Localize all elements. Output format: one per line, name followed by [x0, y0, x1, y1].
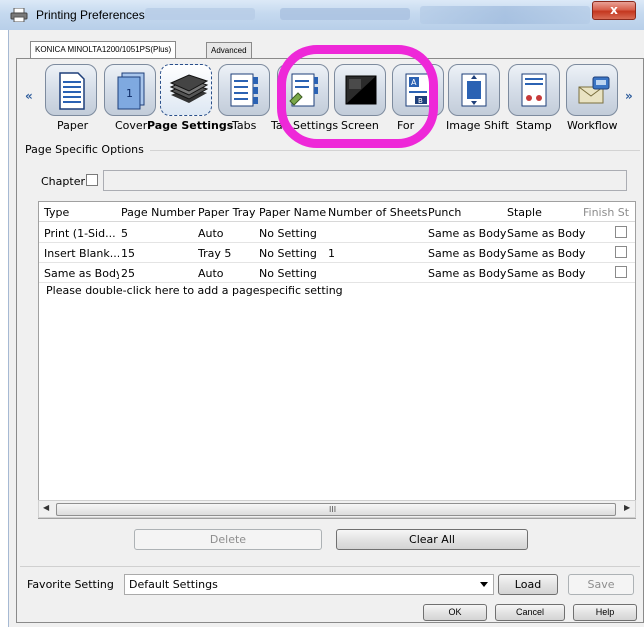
- close-button[interactable]: x: [592, 1, 636, 20]
- chapter-checkbox[interactable]: [86, 174, 98, 186]
- table-row[interactable]: Same as Body 25 Auto No Setting Same as …: [39, 263, 635, 283]
- load-button[interactable]: Load: [498, 574, 558, 595]
- clear-all-button[interactable]: Clear All: [336, 529, 528, 550]
- scroll-right-arrow-icon[interactable]: ▶: [624, 503, 630, 512]
- image-shift-icon: [461, 73, 487, 107]
- favorite-setting-select[interactable]: Default Settings: [124, 574, 494, 595]
- title-bar: Printing Preferences x: [0, 0, 644, 30]
- tabs-button[interactable]: [218, 64, 270, 116]
- table-row[interactable]: Insert Blank... 15 Tray 5 No Setting 1 S…: [39, 243, 635, 263]
- paper-button[interactable]: [45, 64, 97, 116]
- cell-page-number: 5: [121, 227, 128, 240]
- cancel-button[interactable]: Cancel: [495, 604, 565, 621]
- stamp-icon: [521, 73, 547, 107]
- printer-icon: [10, 8, 28, 22]
- chapter-label: Chapter: [41, 175, 85, 188]
- delete-button[interactable]: Delete: [134, 529, 322, 550]
- page-settings-table[interactable]: Type Page Number Paper Tray Paper Name N…: [38, 201, 636, 519]
- scrollbar-grip: III: [329, 505, 337, 514]
- column-header[interactable]: Finish St: [583, 206, 629, 219]
- tab-printer-model[interactable]: KONICA MINOLTA1200/1051PS(Plus): [30, 41, 177, 59]
- stamp-button[interactable]: [508, 64, 560, 116]
- column-header[interactable]: Paper Tray: [198, 206, 256, 219]
- cell-type: Same as Body: [44, 267, 119, 280]
- horizontal-scrollbar[interactable]: ◀ III ▶: [38, 500, 636, 518]
- cell-paper-tray: Tray 5: [198, 247, 232, 260]
- workflow-label: Workflow: [567, 119, 618, 132]
- help-button[interactable]: Help: [573, 604, 637, 621]
- stamp-label: Stamp: [516, 119, 552, 132]
- tab-advanced[interactable]: Advanced: [206, 42, 252, 59]
- column-header[interactable]: Page Number: [121, 206, 195, 219]
- cover-button[interactable]: 1: [104, 64, 156, 116]
- cell-page-number: 15: [121, 247, 135, 260]
- favorite-setting-label: Favorite Setting: [27, 578, 114, 591]
- cell-paper-tray: Auto: [198, 227, 224, 240]
- image-shift-label: Image Shift: [446, 119, 509, 132]
- workflow-button[interactable]: [566, 64, 618, 116]
- column-header[interactable]: Type: [44, 206, 69, 219]
- image-shift-button[interactable]: [448, 64, 500, 116]
- tabs-label: Tabs: [232, 119, 257, 132]
- column-header[interactable]: Punch: [428, 206, 461, 219]
- column-header[interactable]: Number of Sheets: [328, 206, 427, 219]
- background-blur: [280, 8, 410, 20]
- add-setting-hint[interactable]: Please double-click here to add a pagesp…: [46, 284, 343, 297]
- cell-paper-tray: Auto: [198, 267, 224, 280]
- paper-label: Paper: [57, 119, 89, 132]
- scroll-right-icon[interactable]: »: [625, 89, 633, 103]
- table-header: Type Page Number Paper Tray Paper Name N…: [39, 202, 635, 222]
- ok-button[interactable]: OK: [423, 604, 487, 621]
- cell-sheets: 1: [328, 247, 335, 260]
- cell-paper-name: No Setting: [259, 267, 317, 280]
- scroll-left-icon[interactable]: «: [25, 89, 33, 103]
- cell-type: Insert Blank...: [44, 247, 119, 260]
- cell-punch: Same as Body: [428, 267, 507, 280]
- cell-staple: Same as Body: [507, 267, 586, 280]
- divider: [20, 566, 640, 567]
- cell-page-number: 25: [121, 267, 135, 280]
- column-header[interactable]: Staple: [507, 206, 542, 219]
- page-settings-button[interactable]: [160, 64, 212, 116]
- tabs-icon: [230, 73, 258, 107]
- chevron-down-icon: [480, 582, 488, 587]
- cell-paper-name: No Setting: [259, 247, 317, 260]
- page-specific-options-label: Page Specific Options: [25, 143, 144, 156]
- background-blur: [145, 8, 255, 20]
- chapter-input[interactable]: [103, 170, 627, 191]
- background-blur: [420, 6, 590, 24]
- highlight-annotation: [277, 45, 438, 148]
- cell-punch: Same as Body: [428, 227, 507, 240]
- cell-punch: Same as Body: [428, 247, 507, 260]
- cell-staple: Same as Body: [507, 227, 586, 240]
- cell-type: Print (1-Sid...: [44, 227, 116, 240]
- svg-text:1: 1: [126, 87, 133, 100]
- paper-icon: [59, 72, 85, 110]
- cell-staple: Same as Body: [507, 247, 586, 260]
- save-button[interactable]: Save: [568, 574, 634, 595]
- favorite-setting-value: Default Settings: [129, 578, 218, 591]
- page-settings-label: Page Settings: [147, 119, 234, 132]
- finish-checkbox[interactable]: [615, 246, 627, 258]
- section-divider: [150, 150, 640, 151]
- scroll-left-arrow-icon[interactable]: ◀: [43, 503, 49, 512]
- column-header[interactable]: Paper Name: [259, 206, 326, 219]
- cell-paper-name: No Setting: [259, 227, 317, 240]
- page-settings-icon: [169, 74, 209, 103]
- finish-checkbox[interactable]: [615, 266, 627, 278]
- window-title: Printing Preferences: [36, 8, 145, 22]
- table-row[interactable]: Print (1-Sid... 5 Auto No Setting Same a…: [39, 223, 635, 243]
- cover-icon: 1: [117, 72, 145, 110]
- scrollbar-thumb[interactable]: III: [56, 503, 616, 516]
- cover-label: Cover: [115, 119, 148, 132]
- workflow-icon: [578, 76, 610, 104]
- finish-checkbox[interactable]: [615, 226, 627, 238]
